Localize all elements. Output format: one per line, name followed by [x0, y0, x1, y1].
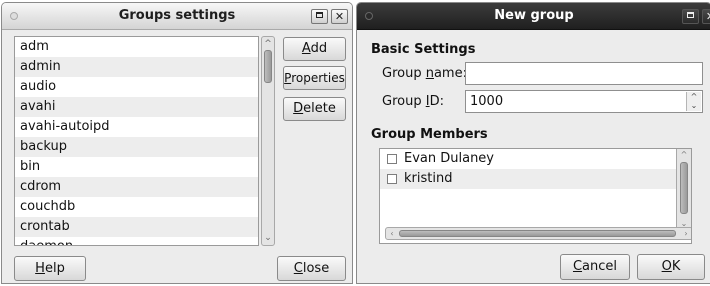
group-name-input[interactable] [465, 62, 703, 85]
scroll-up-icon[interactable]: ^ [262, 38, 274, 50]
member-rows: Evan Dulaney kristind [380, 149, 691, 189]
group-list-scrollbar[interactable]: ^ ⌄ [261, 36, 275, 246]
spin-arrows-icon[interactable]: ^ ⌄ [686, 92, 701, 111]
group-list-item[interactable]: cdrom [15, 177, 258, 197]
new-group-titlebar[interactable]: New group ✕ [357, 3, 710, 30]
cancel-button[interactable]: Cancel [560, 254, 630, 280]
close-icon[interactable]: ✕ [702, 9, 710, 24]
basic-settings-heading: Basic Settings [371, 42, 476, 57]
maximize-icon[interactable] [682, 9, 699, 24]
group-list-item[interactable]: avahi-autoipd [15, 117, 258, 137]
group-list-item[interactable]: backup [15, 137, 258, 157]
members-scroll-thumb[interactable] [680, 162, 688, 214]
delete-button[interactable]: Delete [283, 97, 346, 121]
group-list-item[interactable]: audio [15, 77, 258, 97]
ok-button[interactable]: OK [637, 254, 705, 280]
group-list-item[interactable]: couchdb [15, 197, 258, 217]
member-checkbox[interactable] [387, 154, 397, 164]
group-list-item[interactable]: daemon [15, 237, 258, 245]
groups-settings-window: Groups settings ✕ adm admin audio avahi avah… [1, 2, 353, 284]
close-icon[interactable]: ✕ [331, 9, 348, 24]
new-group-window: New group ✕ Basic Settings Group name: G… [356, 2, 710, 284]
group-members-heading: Group Members [371, 127, 488, 142]
member-row[interactable]: Evan Dulaney [380, 149, 691, 169]
properties-button[interactable]: Properties [283, 66, 346, 90]
groups-settings-titlebar[interactable]: Groups settings ✕ [2, 3, 352, 30]
member-row[interactable]: kristind [380, 169, 691, 189]
group-members-list[interactable]: Evan Dulaney kristind ^ ⌄ ‹ › [379, 148, 692, 244]
members-vertical-scrollbar[interactable]: ^ ⌄ [676, 149, 691, 229]
members-horizontal-scrollbar[interactable]: ‹ › [385, 227, 691, 240]
scroll-left-icon[interactable]: ‹ [387, 228, 397, 239]
member-name: kristind [404, 171, 453, 186]
member-checkbox[interactable] [387, 174, 397, 184]
group-name-label: Group name: [382, 66, 467, 81]
close-button[interactable]: Close [277, 256, 346, 281]
scroll-down-icon[interactable]: ⌄ [262, 232, 274, 244]
group-list[interactable]: adm admin audio avahi avahi-autoipd backup bin… [14, 36, 259, 246]
group-list-item[interactable]: avahi [15, 97, 258, 117]
new-group-title: New group [494, 8, 574, 23]
group-id-value: 1000 [470, 94, 504, 109]
member-name: Evan Dulaney [404, 151, 495, 166]
members-hscroll-thumb[interactable] [399, 230, 676, 237]
help-button[interactable]: Help [14, 256, 86, 281]
group-list-scroll-thumb[interactable] [264, 50, 272, 83]
group-id-label: Group ID: [382, 94, 444, 109]
group-list-item[interactable]: admin [15, 57, 258, 77]
groups-settings-title: Groups settings [118, 8, 236, 23]
group-list-item[interactable]: bin [15, 157, 258, 177]
group-list-item[interactable]: adm [15, 37, 258, 57]
scroll-up-icon[interactable]: ^ [677, 150, 691, 159]
maximize-icon[interactable] [311, 9, 328, 24]
group-id-spinbox[interactable]: 1000 ^ ⌄ [465, 90, 703, 113]
add-button[interactable]: Add [283, 37, 346, 61]
scroll-right-icon[interactable]: › [681, 228, 691, 239]
group-list-item[interactable]: crontab [15, 217, 258, 237]
